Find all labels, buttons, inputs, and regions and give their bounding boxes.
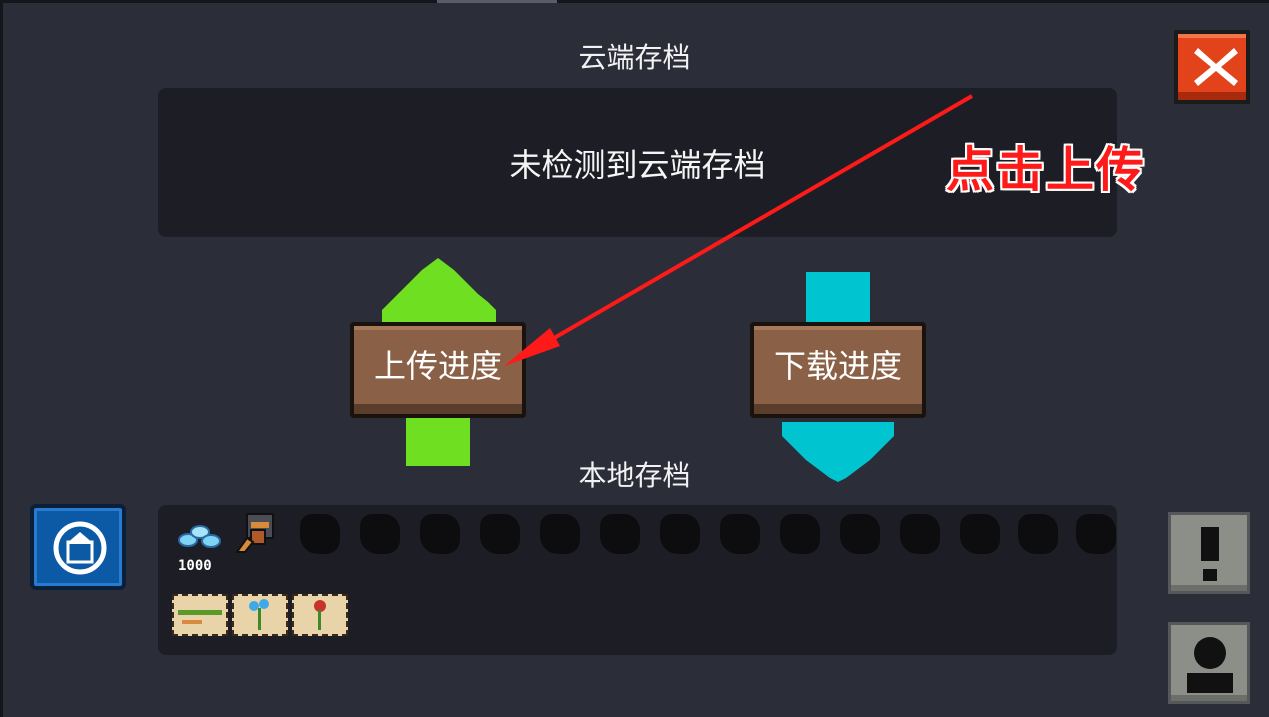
- item-card-sprout: [172, 594, 228, 636]
- locked-hero-silhouette: [900, 514, 940, 554]
- locked-hero-silhouette: [1076, 514, 1116, 554]
- alert-button[interactable]: [1168, 512, 1250, 594]
- locked-hero-silhouette: [840, 514, 880, 554]
- dome-button[interactable]: [30, 504, 126, 590]
- locked-hero-silhouette: [600, 514, 640, 554]
- dome-icon: [53, 521, 107, 575]
- red-flower-icon: [314, 600, 326, 630]
- annotation-arrow-icon: [504, 94, 974, 366]
- locked-hero-silhouette: [960, 514, 1000, 554]
- gem-count: 1000: [178, 558, 212, 574]
- locked-hero-silhouette: [540, 514, 580, 554]
- local-save-title: 本地存档: [578, 459, 691, 492]
- hero-icon: [235, 513, 274, 553]
- close-button[interactable]: [1174, 30, 1250, 104]
- locked-hero-silhouette: [360, 514, 400, 554]
- top-tab-notch: [437, 0, 557, 3]
- click-upload-annotation: 点击上传: [946, 142, 1147, 198]
- locked-hero-silhouette: [720, 514, 760, 554]
- item-card-blue-flower: [232, 594, 288, 636]
- locked-hero-silhouette: [300, 514, 340, 554]
- locked-hero-silhouette: [660, 514, 700, 554]
- locked-hero-silhouette: [480, 514, 520, 554]
- locked-hero-silhouette: [420, 514, 460, 554]
- cloud-save-title: 云端存档: [578, 41, 691, 74]
- close-icon: [1194, 48, 1238, 86]
- exclamation-icon: [1201, 527, 1219, 581]
- locked-hero-silhouette: [780, 514, 820, 554]
- item-card-red-flower: [292, 594, 348, 636]
- locked-hero-silhouette: [1018, 514, 1058, 554]
- blue-flower-icon: [249, 599, 269, 630]
- profile-button[interactable]: [1168, 622, 1250, 704]
- person-icon: [1187, 637, 1233, 693]
- gem-icon: [178, 525, 221, 548]
- sprout-icon: [178, 610, 222, 624]
